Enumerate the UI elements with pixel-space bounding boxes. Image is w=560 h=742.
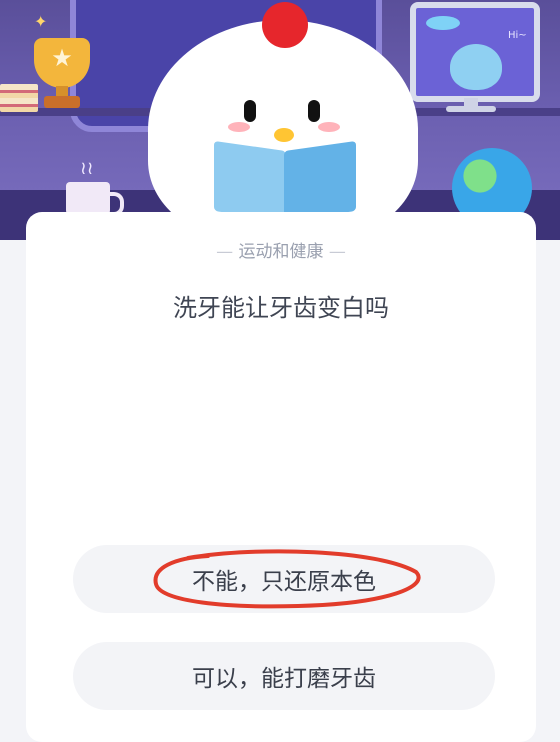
answer-option-label: 不能，只还原本色 — [192, 569, 376, 595]
steam-icon: ≀≀ — [80, 158, 94, 179]
book-icon — [284, 140, 356, 222]
answer-option-1[interactable]: 不能，只还原本色 — [73, 545, 495, 613]
book-icon — [214, 140, 286, 222]
category-label: 运动和健康 — [238, 242, 324, 262]
divider: — — [216, 242, 239, 262]
answer-option-label: 可以，能打磨牙齿 — [192, 666, 376, 692]
chick-comb — [262, 2, 308, 48]
answer-option-2[interactable]: 可以，能打磨牙齿 — [73, 642, 495, 710]
question-text: 洗牙能让牙齿变白吗 — [173, 294, 389, 322]
alien-icon — [450, 44, 502, 90]
chick-cheek — [228, 122, 250, 132]
chick-beak — [274, 128, 294, 142]
chick-eye — [244, 100, 256, 122]
chick-cheek — [318, 122, 340, 132]
ufo-icon — [426, 16, 460, 30]
monitor-base — [446, 106, 496, 112]
chick-eye — [308, 100, 320, 122]
monitor-greeting: Hi~ — [508, 30, 527, 41]
divider: — — [328, 242, 346, 262]
sparkle-icon: ✦ — [34, 12, 48, 31]
header-illustration: ✦ ★ ≀≀ Hi~ — [0, 0, 560, 240]
books-icon — [0, 84, 38, 112]
quiz-category: — 运动和健康 — — [26, 240, 536, 264]
star-icon: ★ — [51, 44, 73, 72]
trophy-base — [44, 96, 80, 108]
